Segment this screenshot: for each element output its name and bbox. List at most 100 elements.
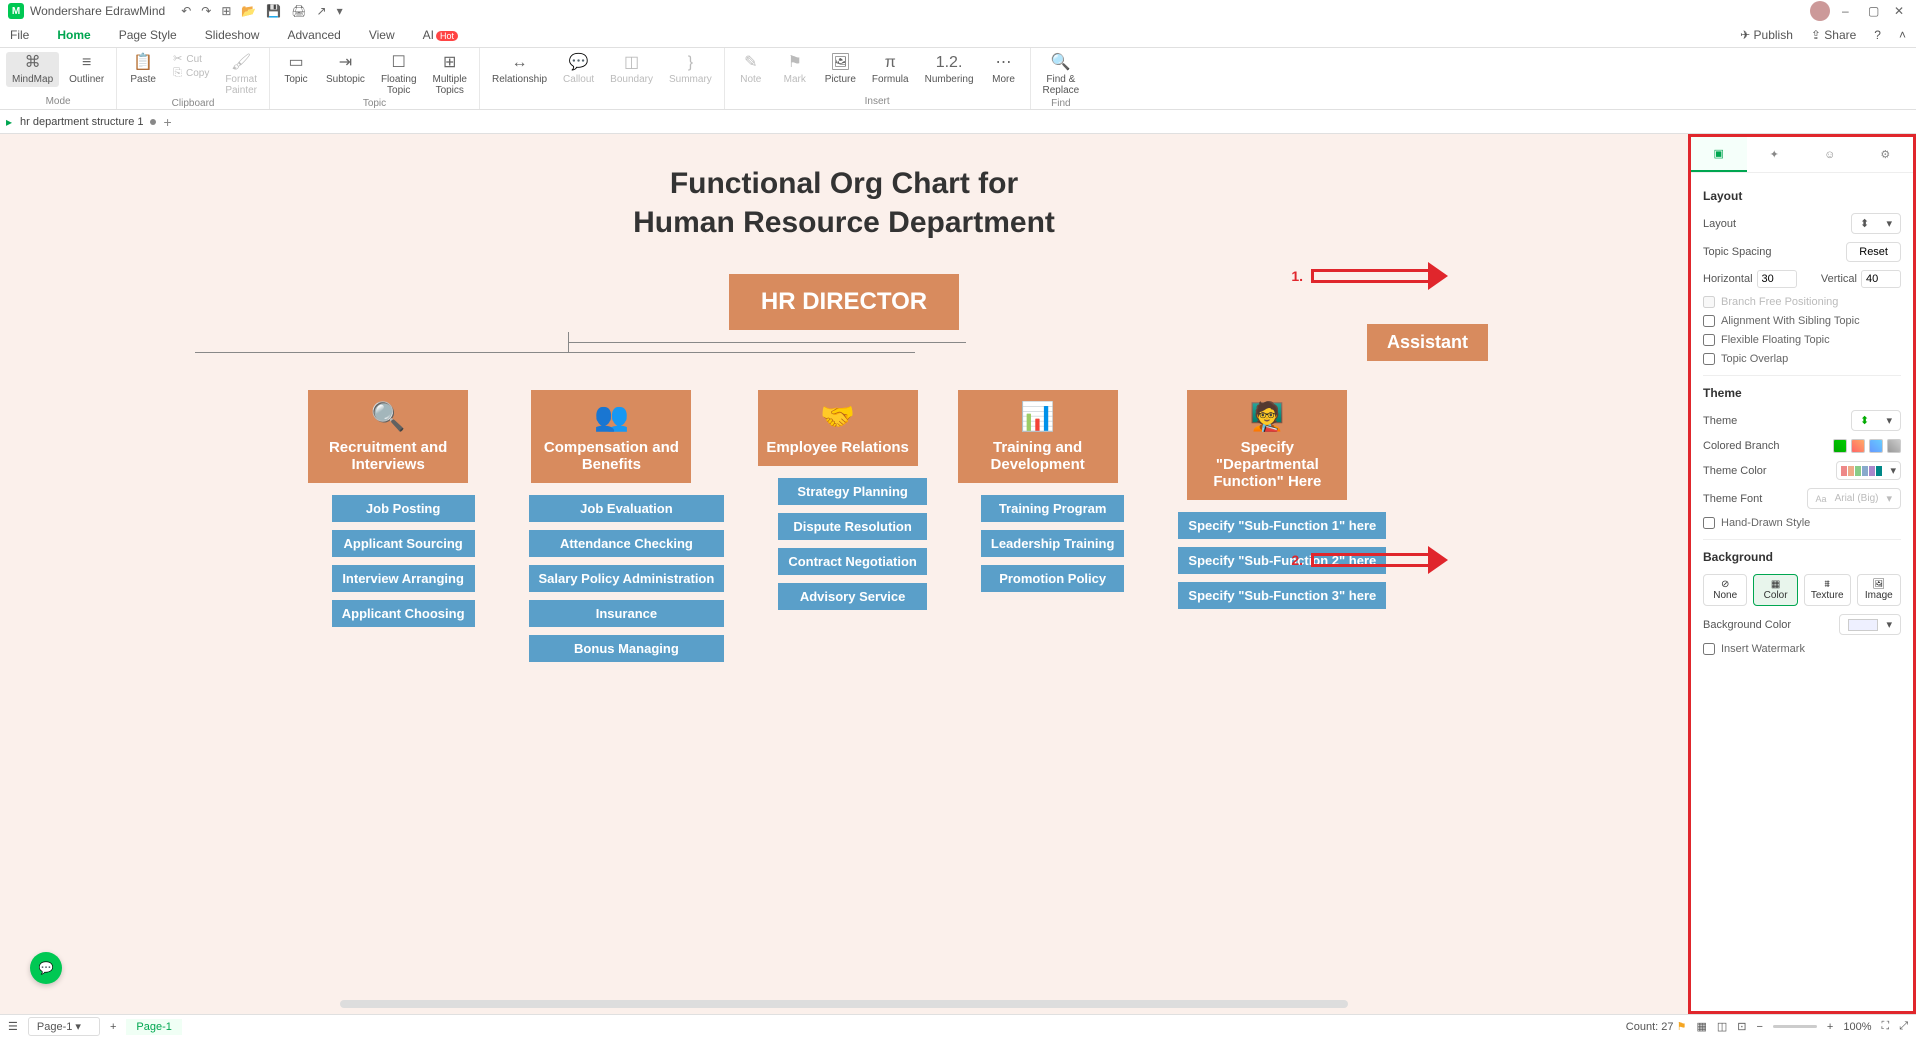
bg-color-dropdown[interactable]: ▾ [1839,614,1901,635]
swatch[interactable] [1851,439,1865,453]
outline-toggle-icon[interactable]: ☰ [8,1020,18,1033]
relationship-button[interactable]: ↔Relationship [486,52,553,87]
view-toggle-1-icon[interactable]: ▦ [1696,1020,1706,1033]
tab-view[interactable]: View [369,28,395,42]
topic-button[interactable]: ▭Topic [276,52,316,87]
fullscreen-icon[interactable]: ⛶ [1881,1020,1889,1033]
tab-slideshow[interactable]: Slideshow [205,28,260,42]
tab-advanced[interactable]: Advanced [287,28,340,42]
summary-button[interactable]: }Summary [663,52,718,87]
reset-button[interactable]: Reset [1846,242,1901,262]
share-button[interactable]: ⇪ Share [1811,28,1856,42]
document-tab[interactable]: hr department structure 1 [20,116,156,128]
open-icon[interactable]: 📂 [241,4,256,18]
panel-tab-layout[interactable]: ▣ [1691,137,1747,172]
save-icon[interactable]: 💾 [266,4,281,18]
mindmap-button[interactable]: ⌘MindMap [6,52,59,87]
floating-topic-button[interactable]: ☐Floating Topic [375,52,423,98]
panel-tab-settings[interactable]: ⚙ [1858,137,1914,172]
assistant-node[interactable]: Assistant [1367,324,1488,361]
root-node[interactable]: HR DIRECTOR [729,274,959,330]
theme-dropdown[interactable]: ⬍▾ [1851,410,1901,431]
department-node[interactable]: 🤝Employee Relations [758,390,918,466]
sub-function-node[interactable]: Bonus Managing [529,635,725,662]
page-dropdown[interactable]: Page-1 ▾ [28,1017,100,1036]
sub-function-node[interactable]: Insurance [529,600,725,627]
outliner-button[interactable]: ≡Outliner [63,52,110,87]
window-maximize-icon[interactable]: ▢ [1868,4,1882,18]
sub-function-node[interactable]: Dispute Resolution [778,513,927,540]
multiple-topics-button[interactable]: ⊞Multiple Topics [427,52,473,98]
sub-function-node[interactable]: Job Evaluation [529,495,725,522]
bg-color-button[interactable]: ▦Color [1753,574,1797,606]
sub-function-node[interactable]: Salary Policy Administration [529,565,725,592]
department-node[interactable]: 📊Training and Development [958,390,1118,483]
sub-function-node[interactable]: Contract Negotiation [778,548,927,575]
colored-branch-swatches[interactable] [1833,439,1901,453]
format-painter-button[interactable]: 🖌Format Painter [219,52,263,98]
sub-function-node[interactable]: Job Posting [332,495,475,522]
sub-function-node[interactable]: Specify "Sub-Function 3" here [1178,582,1386,609]
tab-ai[interactable]: AIHot [423,28,458,42]
canvas-scrollbar[interactable] [340,1000,1348,1008]
tab-home[interactable]: Home [57,28,90,42]
help-fab-button[interactable]: 💬 [30,952,62,984]
sub-function-node[interactable]: Promotion Policy [981,565,1125,592]
swatch[interactable] [1887,439,1901,453]
boundary-button[interactable]: ◫Boundary [604,52,659,87]
sub-function-node[interactable]: Training Program [981,495,1125,522]
vertical-input[interactable] [1861,270,1901,288]
sub-function-node[interactable]: Attendance Checking [529,530,725,557]
bg-none-button[interactable]: ⊘None [1703,574,1747,606]
canvas[interactable]: Functional Org Chart for Human Resource … [0,134,1688,1014]
sub-function-node[interactable]: Advisory Service [778,583,927,610]
alignment-sibling-checkbox[interactable] [1703,315,1715,327]
user-avatar[interactable] [1810,1,1830,21]
horizontal-input[interactable] [1757,270,1797,288]
view-toggle-2-icon[interactable]: ◫ [1717,1020,1727,1033]
fit-icon[interactable]: ⤢ [1899,1020,1908,1033]
flexible-floating-checkbox[interactable] [1703,334,1715,346]
print-icon[interactable]: 🖨 [291,4,306,18]
export-icon[interactable]: ↗ [317,4,327,18]
theme-font-dropdown[interactable]: AaArial (Big)▾ [1807,488,1901,509]
sub-function-node[interactable]: Leadership Training [981,530,1125,557]
collapse-ribbon-icon[interactable]: ˄ [1899,28,1906,42]
new-icon[interactable]: ⊞ [221,4,231,18]
copy-button[interactable]: ⎘Copy [167,66,215,80]
cut-button[interactable]: ✂Cut [167,52,215,66]
find-replace-button[interactable]: 🔍Find & Replace [1037,52,1086,98]
department-node[interactable]: 👥Compensation and Benefits [531,390,691,483]
view-toggle-3-icon[interactable]: ⊡ [1737,1020,1746,1033]
callout-button[interactable]: 💬Callout [557,52,600,87]
tab-file[interactable]: File [10,28,29,42]
window-close-icon[interactable]: ✕ [1894,4,1908,18]
redo-icon[interactable]: ↷ [201,4,211,18]
topic-overlap-checkbox[interactable] [1703,353,1715,365]
note-button[interactable]: ✎Note [731,52,771,87]
zoom-out-button[interactable]: − [1756,1021,1762,1033]
sub-function-node[interactable]: Applicant Choosing [332,600,475,627]
department-node[interactable]: 🔍Recruitment and Interviews [308,390,468,483]
panel-tab-style[interactable]: ✦ [1747,137,1803,172]
layout-dropdown[interactable]: ⬍▾ [1851,213,1901,234]
page-tab[interactable]: Page-1 [126,1019,181,1035]
subtopic-button[interactable]: ⇥Subtopic [320,52,371,87]
swatch[interactable] [1869,439,1883,453]
publish-button[interactable]: ✈ Publish [1740,28,1793,42]
watermark-checkbox[interactable] [1703,643,1715,655]
help-icon[interactable]: ? [1874,28,1881,42]
bg-image-button[interactable]: 🖼Image [1857,574,1901,606]
sub-function-node[interactable]: Strategy Planning [778,478,927,505]
department-node[interactable]: 🧑‍🏫Specify "Departmental Function" Here [1187,390,1347,500]
more-button[interactable]: ⋯More [984,52,1024,87]
formula-button[interactable]: πFormula [866,52,915,87]
paste-button[interactable]: 📋Paste [123,52,163,87]
sub-function-node[interactable]: Interview Arranging [332,565,475,592]
picture-button[interactable]: 🖼Picture [819,52,862,87]
zoom-in-button[interactable]: + [1827,1021,1833,1033]
theme-color-dropdown[interactable]: ▾ [1836,461,1901,480]
add-page-button[interactable]: + [110,1021,116,1033]
numbering-button[interactable]: 1.2.Numbering [919,52,980,87]
sub-function-node[interactable]: Specify "Sub-Function 1" here [1178,512,1386,539]
